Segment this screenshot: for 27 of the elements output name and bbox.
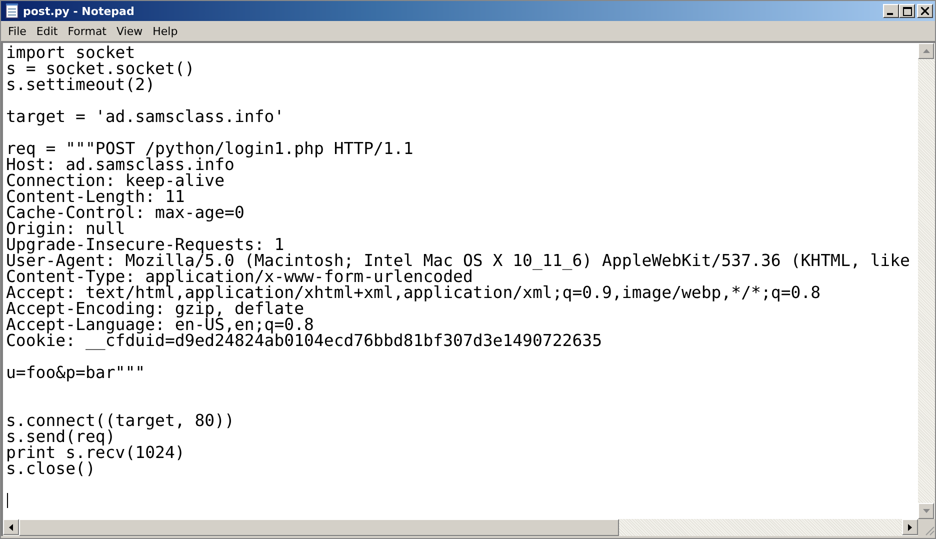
scroll-right-button[interactable] xyxy=(902,519,918,535)
close-icon xyxy=(921,7,929,15)
horizontal-scrollbar[interactable] xyxy=(3,519,918,536)
down-arrow-icon xyxy=(922,509,930,513)
minimize-button[interactable] xyxy=(883,4,899,18)
code-text: import socket s = socket.socket() s.settimeout(2) target = 'ad.samsclass.info' req = """POST /python/login1.php HTTP/1.1 Host: ad.samsclass.info Connection: keep-alive Content-Length: 11 Cache-Control: max-age=0 Origin: null Upgrade-Insecure-Requests: 1 User-Agent: Mozilla/5.0 (Macintosh; Intel Mac OS X 10_11_6) AppleWebKit/537.36 (KHTML, like Content-Type: application/x-www-form-urlencoded Accept: text/html,application/xhtml+xml,application/xml;q=0.9,image/webp,*/*;q=0.8 Accept-Encoding: gzip, deflate Accept-Language: en-US,en;q=0.8 Cookie: __cfduid=d9ed24824ab0104ecd76bbd81bf307d3e1490722635 u=foo&p=bar""" s.connect((target, 80)) s.send(req) print s.recv(1024) s.close() xyxy=(6,45,911,480)
maximize-icon xyxy=(902,6,912,16)
scroll-down-button[interactable] xyxy=(918,503,934,519)
close-button[interactable] xyxy=(917,4,933,18)
menu-item[interactable]: Format xyxy=(62,24,112,38)
menu-item[interactable]: Edit xyxy=(31,24,63,38)
menu-item[interactable]: File xyxy=(3,24,32,38)
resize-grip[interactable] xyxy=(918,519,935,536)
menu-item[interactable]: View xyxy=(112,24,148,38)
text-caret xyxy=(7,493,8,508)
menu-item[interactable]: Help xyxy=(148,24,183,38)
vertical-scrollbar[interactable] xyxy=(918,43,935,519)
grip-icon xyxy=(923,524,935,536)
up-arrow-icon xyxy=(922,49,930,53)
maximize-button[interactable] xyxy=(899,4,915,18)
window-title: post.py - Notepad xyxy=(23,4,136,18)
scroll-left-button[interactable] xyxy=(3,519,19,535)
left-arrow-icon xyxy=(9,524,13,530)
scroll-thumb[interactable] xyxy=(19,519,619,536)
notepad-icon xyxy=(5,3,19,19)
right-arrow-icon xyxy=(908,524,912,530)
scroll-up-button[interactable] xyxy=(918,43,934,59)
